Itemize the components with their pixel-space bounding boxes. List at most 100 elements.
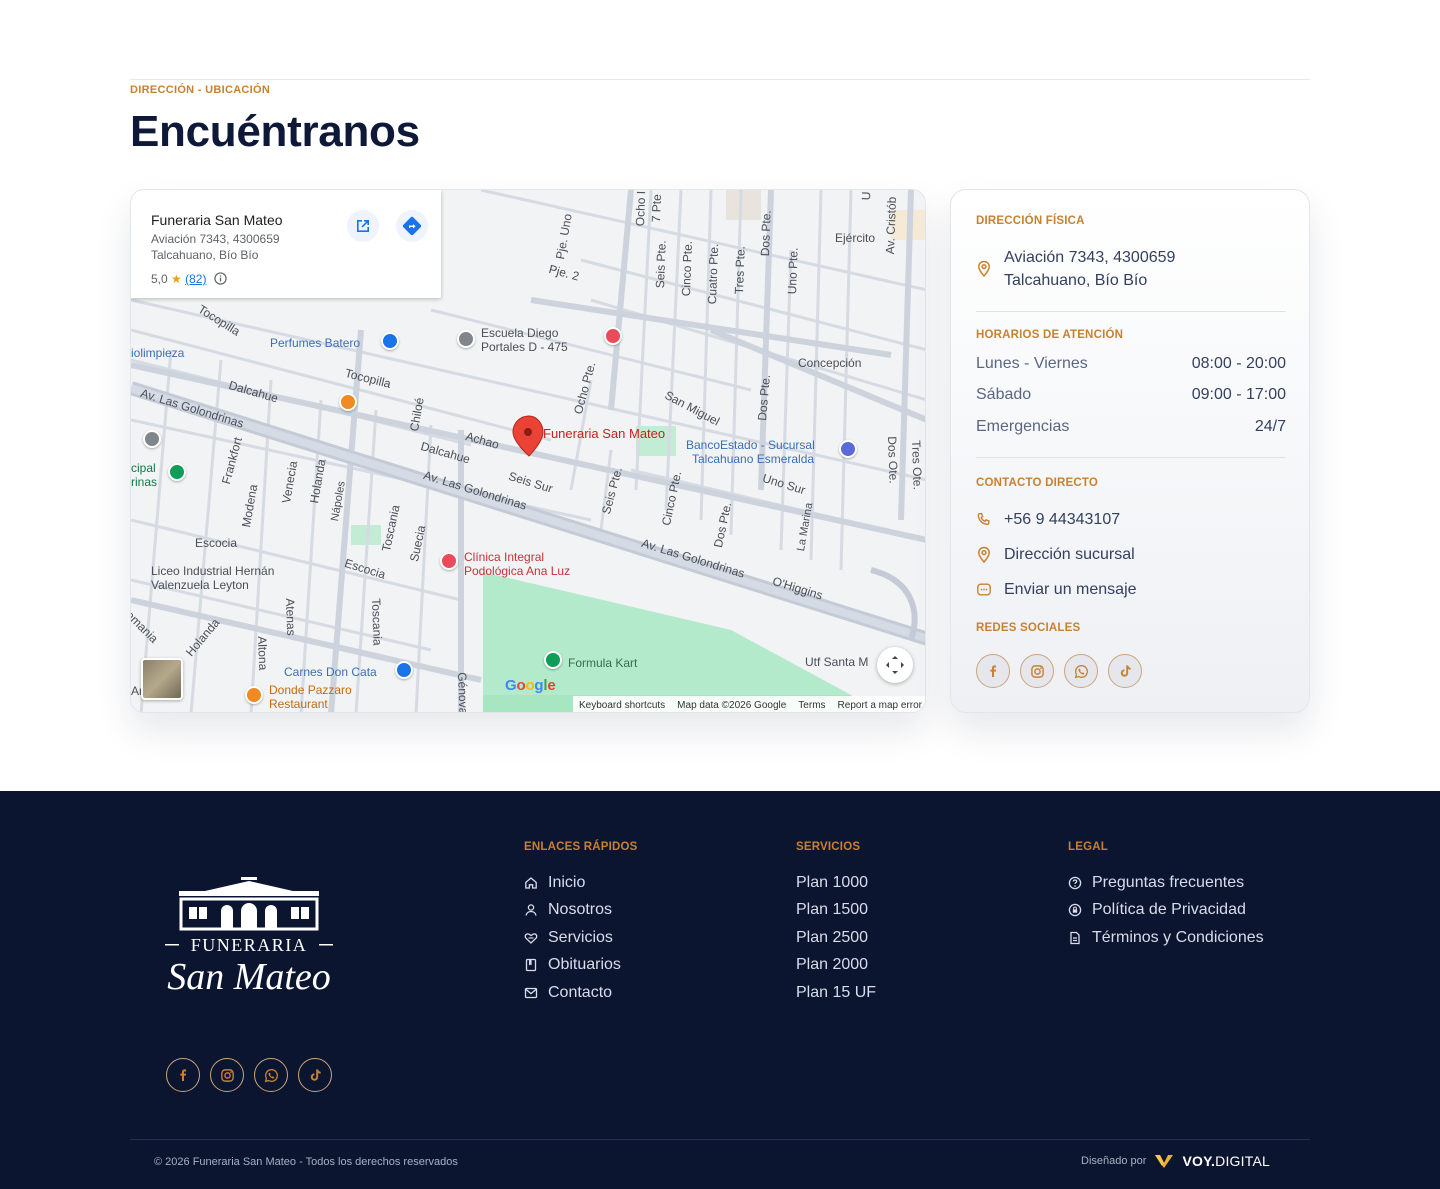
hours-day: Lunes - Viernes (976, 355, 1088, 372)
send-message-link[interactable]: Enviar un mensaje (976, 581, 1137, 599)
hospital-marker-clinic[interactable] (440, 552, 458, 570)
phone-link[interactable]: +56 9 44343107 (976, 511, 1120, 529)
contact-info-panel: DIRECCIÓN FÍSICA Aviación 7343, 4300659 … (950, 189, 1310, 713)
section-eyebrow: DIRECCIÓN - UBICACIÓN (130, 84, 271, 96)
hours-row: Sábado 09:00 - 17:00 (976, 386, 1286, 404)
footer-divider (130, 1139, 1310, 1140)
place-marker-left[interactable] (143, 430, 161, 448)
location-section: DIRECCIÓN - UBICACIÓN Encuéntranos Ejérc… (130, 79, 1310, 791)
map-attribution: Keyboard shortcuts Map data ©2026 Google… (573, 696, 925, 712)
whatsapp-button[interactable] (254, 1058, 288, 1092)
map-label: Dos Pte. (758, 209, 774, 257)
restaurant-marker[interactable] (339, 393, 357, 411)
info-icon[interactable] (214, 272, 227, 285)
store-marker-carnes[interactable] (395, 661, 413, 679)
footer-link-privacy[interactable]: Política de Privacidad (1068, 897, 1264, 925)
footer-link-contacto[interactable]: Contacto (524, 979, 621, 1007)
open-in-new-icon (357, 220, 369, 232)
footer-link-plan[interactable]: Plan 2500 (796, 924, 876, 952)
site-footer: FUNERARIA San Mateo ENLACES RÁPIDOS Inic… (0, 791, 1440, 1189)
facebook-button[interactable] (976, 654, 1010, 688)
link-label: Servicios (548, 928, 613, 946)
instagram-button[interactable] (1020, 654, 1054, 688)
place-pin-label[interactable]: Funeraria San Mateo (543, 426, 665, 441)
footer-link-nosotros[interactable]: Nosotros (524, 897, 621, 925)
voy-logo-icon (1155, 1155, 1174, 1168)
map-label: U (859, 191, 874, 201)
satellite-toggle[interactable] (141, 658, 183, 700)
hours-time: 08:00 - 20:00 (1191, 355, 1286, 372)
place-info-card: Funeraria San Mateo Aviación 7343, 43006… (131, 190, 441, 298)
address-line1: Aviación 7343, 4300659 (1004, 249, 1176, 266)
brand-rest: DIGITAL (1215, 1153, 1270, 1169)
kart-marker[interactable] (544, 651, 562, 669)
contact-heading: CONTACTO DIRECTO (976, 477, 1099, 489)
bank-marker[interactable] (839, 440, 857, 458)
google-map[interactable]: Ejército Concepción Perfumes Batero Escu… (130, 189, 926, 713)
map-label: Ocho I (633, 190, 649, 227)
footer-link-inicio[interactable]: Inicio (524, 869, 621, 897)
footer-link-faq[interactable]: Preguntas frecuentes (1068, 869, 1264, 897)
map-label: Cuatro Pte. (705, 243, 722, 305)
restaurant-marker-donde[interactable] (245, 686, 263, 704)
hospital-marker[interactable] (604, 327, 622, 345)
open-in-maps-button[interactable] (347, 210, 379, 242)
facebook-button[interactable] (166, 1058, 200, 1092)
whatsapp-icon (264, 1068, 278, 1082)
whatsapp-icon (1074, 664, 1088, 678)
designer-credit[interactable]: Diseñado por VOY.DIGITAL (1081, 1153, 1270, 1169)
copyright-text: © 2026 Funeraria San Mateo - Todos los d… (154, 1156, 458, 1168)
reviews-link[interactable]: (82) (185, 272, 206, 286)
link-label: Obituarios (548, 956, 621, 974)
page-title: Encuéntranos (130, 107, 420, 156)
footer-link-servicios[interactable]: Servicios (524, 924, 621, 952)
map-label: Ejército (835, 231, 876, 245)
branch-address-link[interactable]: Dirección sucursal (976, 546, 1135, 564)
phone-number: +56 9 44343107 (1004, 511, 1121, 528)
keyboard-shortcuts-link[interactable]: Keyboard shortcuts (579, 700, 665, 711)
map-label: Altona (255, 636, 271, 671)
footer-link-plan[interactable]: Plan 2000 (796, 952, 876, 980)
facebook-icon (180, 1069, 187, 1081)
tiktok-icon (310, 1069, 321, 1081)
map-label: Perfumes Batero (270, 336, 361, 350)
store-marker[interactable] (381, 332, 399, 350)
terms-link[interactable]: Terms (798, 700, 825, 711)
footer-link-obituarios[interactable]: Obituarios (524, 952, 621, 980)
hours-day: Emergencias (976, 418, 1070, 435)
hours-day: Sábado (976, 386, 1032, 403)
fullscreen-button[interactable] (877, 647, 913, 683)
map-label: Carnes Don Cata (284, 665, 377, 679)
directions-button[interactable] (396, 210, 428, 242)
chat-icon (977, 583, 991, 596)
top-divider (130, 79, 1310, 80)
google-logo: Google (505, 677, 556, 694)
school-marker[interactable] (457, 330, 475, 348)
footer-link-plan[interactable]: Plan 1500 (796, 897, 876, 925)
link-label: Plan 2000 (796, 956, 869, 974)
quick-links-heading: ENLACES RÁPIDOS (524, 841, 638, 853)
panel-divider (976, 311, 1286, 312)
home-icon (525, 876, 537, 889)
hours-row: Emergencias 24/7 (976, 418, 1286, 436)
map-label: Talcahuano Esmeralda (692, 452, 815, 466)
legal-heading: LEGAL (1068, 841, 1108, 853)
link-label: Contacto (548, 983, 613, 1001)
instagram-icon (1030, 664, 1044, 678)
footer-link-plan[interactable]: Plan 15 UF (796, 979, 876, 1007)
instagram-button[interactable] (210, 1058, 244, 1092)
star-icon: ★ (171, 272, 182, 286)
report-error-link[interactable]: Report a map error (838, 700, 922, 711)
whatsapp-button[interactable] (1064, 654, 1098, 688)
link-label: Términos y Condiciones (1092, 928, 1264, 946)
footer-link-terms[interactable]: Términos y Condiciones (1068, 924, 1264, 952)
place-address-line1: Aviación 7343, 4300659 (151, 232, 280, 246)
brand-bold: VOY. (1182, 1153, 1216, 1169)
funeraria-logo[interactable]: FUNERARIA San Mateo (155, 877, 345, 997)
tiktok-button[interactable] (298, 1058, 332, 1092)
logo-text-top: FUNERARIA (191, 935, 308, 955)
tiktok-button[interactable] (1108, 654, 1142, 688)
place-marker-green[interactable] (168, 463, 186, 481)
heart-hand-icon (524, 932, 538, 944)
footer-link-plan[interactable]: Plan 1000 (796, 869, 876, 897)
